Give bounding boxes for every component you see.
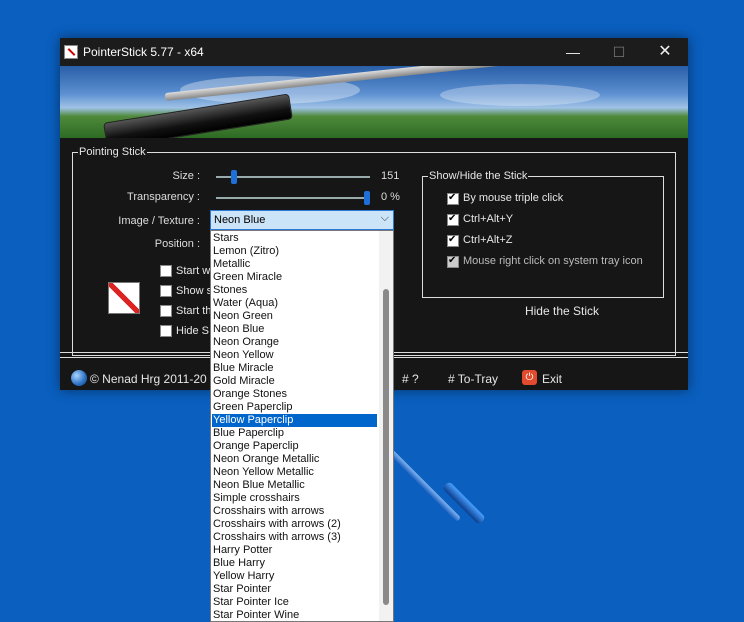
startup-checkbox[interactable] [160,265,172,277]
image-texture-select[interactable]: Neon Blue ⌵ [210,210,394,230]
globe-icon[interactable] [71,370,87,386]
tray-right-click-checkbox [447,255,459,268]
dropdown-option[interactable]: Neon Blue [212,323,377,336]
transparency-slider[interactable] [216,197,370,199]
minimize-button[interactable]: — [550,38,596,66]
dropdown-option[interactable]: Yellow Paperclip [212,414,377,427]
show-hide-legend: Show/Hide the Stick [428,170,529,182]
image-texture-value: Neon Blue [214,214,266,226]
transparency-label: Transparency : [127,191,200,203]
copyright-link[interactable]: © Nenad Hrg 2011-20 [90,372,207,386]
ctrl-alt-y-label: Ctrl+Alt+Y [463,213,514,225]
dropdown-option[interactable]: Blue Paperclip [212,427,377,440]
title-bar[interactable]: PointerStick 5.77 - x64 — ☐ ✕ [60,38,688,66]
transparency-value: 0 % [381,191,400,203]
dropdown-option[interactable]: Green Paperclip [212,401,377,414]
banner-cloud [440,84,600,106]
dropdown-option[interactable]: Star Pointer Ice [212,596,377,609]
help-button[interactable]: # ? [402,372,419,386]
dropdown-option[interactable]: Orange Paperclip [212,440,377,453]
dropdown-option[interactable]: Water (Aqua) [212,297,377,310]
dropdown-option[interactable]: Crosshairs with arrows (3) [212,531,377,544]
exit-button[interactable]: Exit [542,372,562,386]
dropdown-option[interactable]: Harry Potter [212,544,377,557]
image-texture-dropdown-list[interactable]: Stars Lemon (Zitro) Metallic Green Miracle S… [210,230,394,622]
start-label: Start th [176,305,212,317]
dropdown-option[interactable]: Metallic [212,258,377,271]
ctrl-alt-y-checkbox[interactable] [447,213,459,226]
image-texture-label: Image / Texture : [118,215,200,227]
dropdown-option[interactable]: Stones [212,284,377,297]
dropdown-option[interactable]: Neon Orange [212,336,377,349]
ctrl-alt-z-label: Ctrl+Alt+Z [463,234,513,246]
dropdown-option[interactable]: Neon Yellow [212,349,377,362]
dropdown-option[interactable]: Green Miracle [212,271,377,284]
chevron-down-icon: ⌵ [380,212,389,224]
position-label: Position : [154,238,200,250]
tray-right-click-label: Mouse right click on system tray icon [463,255,643,267]
transparency-slider-thumb[interactable] [364,191,370,205]
dropdown-option[interactable]: Yellow Harry [212,570,377,583]
dropdown-option[interactable]: Neon Yellow Metallic [212,466,377,479]
hide-label: Hide S [176,325,210,337]
dropdown-option[interactable]: Crosshairs with arrows [212,505,377,518]
dropdown-option[interactable]: Star Pointer Wine [212,609,377,621]
maximize-button[interactable]: ☐ [596,38,642,66]
dropdown-option[interactable]: Star Pointer [212,583,377,596]
size-value: 151 [381,170,400,182]
texture-preview-icon [108,282,140,314]
dropdown-scrollbar[interactable] [379,231,393,621]
size-label: Size : [172,170,200,182]
dropdown-option[interactable]: Neon Orange Metallic [212,453,377,466]
size-slider-thumb[interactable] [231,170,238,184]
header-banner-image [60,66,688,138]
dropdown-option[interactable]: Orange Stones [212,388,377,401]
to-tray-button[interactable]: # To-Tray [448,372,498,386]
hide-stick-button[interactable]: Hide the Stick [500,304,624,324]
triple-click-label: By mouse triple click [463,192,564,204]
dropdown-scrollbar-thumb[interactable] [383,289,389,605]
pointer-stick-handle [442,481,486,525]
dropdown-option[interactable]: Blue Harry [212,557,377,570]
dropdown-option[interactable]: Gold Miracle [212,375,377,388]
dropdown-option[interactable]: Neon Green [212,310,377,323]
size-slider[interactable] [216,176,370,178]
ctrl-alt-z-checkbox[interactable] [447,234,459,247]
power-icon[interactable]: ⏻ [522,370,537,385]
startup-label: Start wi [176,265,213,277]
app-icon [64,45,78,59]
dropdown-option[interactable]: Blue Miracle [212,362,377,375]
dropdown-option[interactable]: Lemon (Zitro) [212,245,377,258]
close-button[interactable]: ✕ [642,38,688,66]
show-label: Show s [176,285,213,297]
banner-stick-handle [103,93,293,138]
start-checkbox[interactable] [160,305,172,317]
triple-click-checkbox[interactable] [447,192,459,205]
pointing-stick-legend: Pointing Stick [78,146,147,158]
window-title: PointerStick 5.77 - x64 [83,45,204,59]
dropdown-option[interactable]: Crosshairs with arrows (2) [212,518,377,531]
dropdown-option[interactable]: Stars [212,232,377,245]
show-checkbox[interactable] [160,285,172,297]
dropdown-option[interactable]: Simple crosshairs [212,492,377,505]
hide-checkbox[interactable] [160,325,172,337]
dropdown-option[interactable]: Neon Blue Metallic [212,479,377,492]
